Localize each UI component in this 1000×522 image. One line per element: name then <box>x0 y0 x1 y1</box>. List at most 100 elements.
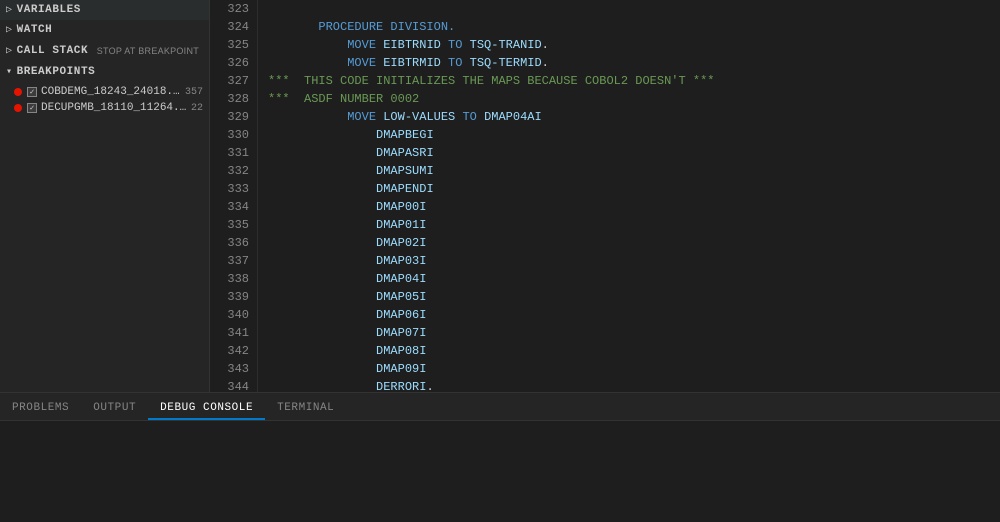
code-scroll[interactable]: 3233243253263273283293303313323333343353… <box>210 0 1000 392</box>
code-token <box>268 236 376 250</box>
line-num: 326 <box>210 54 249 72</box>
code-token: DMAP04AI <box>484 110 542 124</box>
code-token <box>441 56 448 70</box>
code-token: DERRORI <box>376 380 426 392</box>
code-token: EIBTRMID <box>383 56 441 70</box>
code-token: *** THIS CODE INITIALIZES THE MAPS BECAU… <box>268 74 714 88</box>
code-token: TO <box>462 110 476 124</box>
code-token <box>268 164 376 178</box>
code-token <box>268 218 376 232</box>
line-num: 342 <box>210 342 249 360</box>
line-num: 341 <box>210 324 249 342</box>
line-num: 344 <box>210 378 249 392</box>
code-token: DMAPASRI <box>376 146 434 160</box>
variables-label: VARIABLES <box>17 4 81 16</box>
line-num: 343 <box>210 360 249 378</box>
code-token: MOVE <box>347 38 376 52</box>
code-line: DMAPENDI <box>268 180 940 198</box>
code-token <box>268 56 347 70</box>
code-token: PROCEDURE DIVISION. <box>268 20 455 34</box>
variables-section-header[interactable]: ▷ VARIABLES <box>0 0 209 20</box>
code-token: DMAP03I <box>376 254 426 268</box>
code-token: TO <box>448 38 462 52</box>
line-num: 330 <box>210 126 249 144</box>
line-num: 323 <box>210 0 249 18</box>
breakpoint-item-1[interactable]: COBDEMG_18243_24018... 357 <box>0 84 209 100</box>
code-line: DMAP05I <box>268 288 940 306</box>
bottom-tabs: PROBLEMSOUTPUTDEBUG CONSOLETERMINAL <box>0 393 1000 421</box>
code-area: 3233243253263273283293303313323333343353… <box>210 0 1000 392</box>
breakpoint-item-2[interactable]: DECUPGMB_18110_11264... 22 <box>0 100 209 116</box>
watch-section-header[interactable]: ▷ WATCH <box>0 20 209 40</box>
code-token <box>477 110 484 124</box>
code-token <box>268 380 376 392</box>
bottom-tab-output[interactable]: OUTPUT <box>81 398 148 420</box>
code-token: TSQ-TRANID <box>470 38 542 52</box>
breakpoint-checkbox-1[interactable] <box>27 87 37 97</box>
bottom-panel: PROBLEMSOUTPUTDEBUG CONSOLETERMINAL <box>0 392 1000 522</box>
code-line: DMAP07I <box>268 324 940 342</box>
code-token: DMAP02I <box>376 236 426 250</box>
code-token: DMAP00I <box>376 200 426 214</box>
minimap <box>940 0 1000 392</box>
code-token: . <box>542 38 549 52</box>
code-line: MOVE EIBTRMID TO TSQ-TERMID. <box>268 54 940 72</box>
line-num: 324 <box>210 18 249 36</box>
breakpoint-count-1: 357 <box>185 87 203 98</box>
breakpoint-checkbox-2[interactable] <box>27 103 37 113</box>
code-line: DMAP09I <box>268 360 940 378</box>
code-line: *** ASDF NUMBER 0002 <box>268 90 940 108</box>
code-line: MOVE LOW-VALUES TO DMAP04AI <box>268 108 940 126</box>
code-token: EIBTRNID <box>383 38 441 52</box>
line-num: 332 <box>210 162 249 180</box>
breakpoint-dot-1 <box>14 88 22 96</box>
code-token: . <box>426 380 433 392</box>
breakpoint-label-1: COBDEMG_18243_24018... <box>41 86 181 98</box>
code-token <box>268 308 376 322</box>
stop-at-breakpoint-button[interactable]: STOP AT BREAKPOINT <box>93 44 203 58</box>
line-num: 339 <box>210 288 249 306</box>
code-line <box>268 0 940 18</box>
bottom-tab-problems[interactable]: PROBLEMS <box>0 398 81 420</box>
code-token: DMAP08I <box>376 344 426 358</box>
code-token: DMAP09I <box>376 362 426 376</box>
code-token <box>441 38 448 52</box>
code-token <box>268 128 376 142</box>
breakpoints-list: COBDEMG_18243_24018... 357 DECUPGMB_1811… <box>0 82 209 118</box>
main-area: ▷ VARIABLES ▷ WATCH ▷ CALL STACK STOP AT… <box>0 0 1000 392</box>
code-lines: PROCEDURE DIVISION. MOVE EIBTRNID TO TSQ… <box>258 0 940 392</box>
line-num: 334 <box>210 198 249 216</box>
code-line: DMAPSUMI <box>268 162 940 180</box>
code-line: DMAP02I <box>268 234 940 252</box>
breakpoints-chevron-icon: ▾ <box>6 66 13 78</box>
code-token <box>268 254 376 268</box>
code-token: LOW-VALUES <box>383 110 455 124</box>
code-line: DMAP01I <box>268 216 940 234</box>
code-token: . <box>542 56 549 70</box>
line-numbers: 3233243253263273283293303313323333343353… <box>210 0 258 392</box>
code-line: DMAPBEGI <box>268 126 940 144</box>
line-num: 327 <box>210 72 249 90</box>
code-token: *** ASDF NUMBER 0002 <box>268 92 419 106</box>
code-token: MOVE <box>347 56 376 70</box>
callstack-section-header[interactable]: ▷ CALL STACK STOP AT BREAKPOINT <box>0 40 209 62</box>
callstack-chevron-icon: ▷ <box>6 45 13 57</box>
variables-chevron-icon: ▷ <box>6 4 13 16</box>
code-token <box>268 362 376 376</box>
code-token <box>268 344 376 358</box>
code-token: TO <box>448 56 462 70</box>
sidebar: ▷ VARIABLES ▷ WATCH ▷ CALL STACK STOP AT… <box>0 0 210 392</box>
code-token <box>268 290 376 304</box>
callstack-label: CALL STACK <box>17 45 89 57</box>
breakpoints-section-header[interactable]: ▾ BREAKPOINTS <box>0 62 209 82</box>
code-token: DMAPBEGI <box>376 128 434 142</box>
code-token <box>268 182 376 196</box>
code-line: PROCEDURE DIVISION. <box>268 18 940 36</box>
line-num: 325 <box>210 36 249 54</box>
bottom-tab-debug-console[interactable]: DEBUG CONSOLE <box>148 398 265 420</box>
code-line: DMAPASRI <box>268 144 940 162</box>
line-num: 335 <box>210 216 249 234</box>
line-num: 329 <box>210 108 249 126</box>
bottom-tab-terminal[interactable]: TERMINAL <box>265 398 346 420</box>
code-token <box>268 38 347 52</box>
